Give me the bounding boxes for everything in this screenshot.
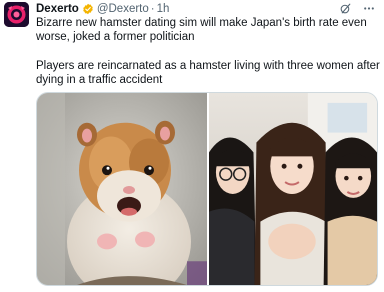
timestamp[interactable]: 1h	[157, 2, 170, 16]
hamster-photo[interactable]	[37, 93, 207, 285]
author-name[interactable]: Dexerto	[36, 2, 79, 16]
grok-icon[interactable]	[339, 2, 352, 15]
dexerto-logo	[4, 2, 29, 27]
tweet-media	[36, 92, 378, 286]
header-actions	[339, 2, 376, 15]
separator-dot: ·	[150, 3, 155, 15]
three-women-photo[interactable]	[209, 93, 377, 285]
tweet-header: Dexerto @Dexerto · 1h	[36, 2, 169, 16]
tweet-paragraph-2: Players are reincarnated as a hamster li…	[36, 59, 380, 86]
author-handle[interactable]: @Dexerto	[97, 2, 149, 16]
avatar[interactable]	[4, 2, 29, 27]
tweet-text: Bizarre new hamster dating sim will make…	[36, 16, 380, 87]
more-icon[interactable]	[362, 2, 376, 15]
verified-badge-icon	[82, 3, 94, 15]
tweet-paragraph-1: Bizarre new hamster dating sim will make…	[36, 17, 367, 44]
